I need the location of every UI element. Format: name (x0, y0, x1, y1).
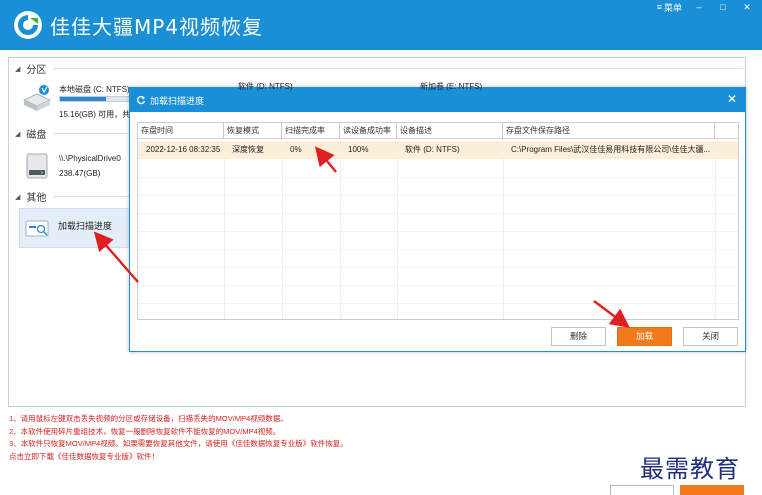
refresh-icon (136, 95, 146, 105)
note-line: 1、请用鼠标左键双击丢失视频的分区或存储设备，扫描丢失的MOV/MP4视频数据。 (9, 414, 288, 423)
grid-line (503, 159, 504, 319)
drive-software-d-name[interactable]: 软件 (D: NTFS) (238, 81, 293, 92)
drive-local-c-usage-fill (60, 97, 106, 101)
section-divider (53, 68, 743, 69)
watermark: 最需教育 (640, 455, 740, 483)
grid-line (224, 159, 225, 319)
drive-local-c[interactable]: 本地磁盘 (C: NTFS) 15.16(GB) 可用，共 (19, 80, 139, 124)
dialog-close-button[interactable]: 关闭 (683, 327, 738, 346)
grid-line (138, 213, 738, 214)
dialog-close-icon[interactable]: ✕ (727, 92, 737, 106)
collapse-triangle-icon: ◢ (15, 193, 21, 201)
grid-line (138, 231, 738, 232)
collapse-triangle-icon: ◢ (15, 130, 21, 138)
grid-line (138, 285, 738, 286)
section-disk[interactable]: ◢ 磁盘 (15, 126, 46, 141)
app-logo-icon (14, 11, 42, 39)
table-header: 存盘时间 恢复模式 扫描完成率 读设备成功率 设备描述 存盘文件保存路径 (138, 123, 738, 139)
hard-drive-icon (23, 85, 51, 111)
drive-physical-0-size: 238.47(GB) (59, 169, 101, 178)
column-header-device[interactable]: 设备描述 (397, 123, 503, 139)
grid-line (138, 177, 738, 178)
grid-line (138, 249, 738, 250)
disk-drive-icon (26, 153, 48, 179)
menu-label: 菜单 (663, 2, 682, 13)
maximize-button[interactable]: □ (716, 2, 730, 12)
drive-physical-0-name: \\.\PhysicalDrive0 (59, 154, 121, 163)
cell-device: 软件 (D: NTFS) (405, 145, 460, 154)
section-other[interactable]: ◢ 其他 (15, 189, 46, 204)
load-scan-progress-label: 加载扫描进度 (58, 221, 113, 231)
menu-button[interactable]: ≡ 菜单 (657, 1, 682, 14)
table-row[interactable]: 2022-12-16 08:32:35 深度恢复 0% 100% 软件 (D: … (138, 141, 738, 159)
cell-time: 2022-12-16 08:32:35 (146, 145, 221, 154)
grid-line (715, 159, 716, 319)
cell-read-rate: 100% (348, 145, 369, 154)
drive-physical-0[interactable]: \\.\PhysicalDrive0 238.47(GB) (19, 148, 139, 184)
cell-mode: 深度恢复 (232, 145, 264, 154)
section-partition-label: 分区 (26, 65, 47, 76)
column-header-mode[interactable]: 恢复模式 (224, 123, 282, 139)
window-controls: ≡ 菜单 – □ ✕ (657, 0, 754, 14)
download-link[interactable]: 点击立即下载《佳佳数据恢复专业版》软件！ (9, 451, 348, 464)
scan-records-table: 存盘时间 恢复模式 扫描完成率 读设备成功率 设备描述 存盘文件保存路径 202… (137, 122, 739, 320)
cell-path: C:\Program Files\武汉佳佳易用科技有限公司\佳佳大疆... (511, 145, 711, 154)
cell-scan-rate: 0% (290, 145, 302, 154)
delete-button[interactable]: 删除 (551, 327, 606, 346)
menu-icon: ≡ (656, 2, 662, 12)
grid-line (138, 195, 738, 196)
grid-line (138, 303, 738, 304)
bottom-primary-button[interactable] (680, 485, 744, 495)
load-scan-progress-item[interactable]: 加载扫描进度 (19, 208, 139, 248)
grid-line (340, 159, 341, 319)
collapse-triangle-icon: ◢ (15, 65, 21, 73)
close-button[interactable]: ✕ (740, 2, 754, 13)
column-header-read-rate[interactable]: 读设备成功率 (340, 123, 397, 139)
load-scan-progress-dialog: 加载扫描进度 ✕ 存盘时间 恢复模式 扫描完成率 读设备成功率 设备描述 存盘文… (129, 87, 746, 352)
grid-line (397, 159, 398, 319)
section-partition[interactable]: ◢ 分区 (15, 61, 46, 76)
drive-local-c-size: 15.16(GB) 可用，共 (59, 110, 131, 119)
note-line: 2、本软件使用碎片重组技术，恢复一般删除恢复软件不能恢复的MOV/MP4视频。 (9, 426, 281, 436)
load-button[interactable]: 加载 (617, 327, 672, 346)
dialog-title: 加载扫描进度 (150, 96, 205, 106)
scan-search-icon (25, 220, 49, 237)
column-header-scan-rate[interactable]: 扫描完成率 (282, 123, 340, 139)
bottom-secondary-button[interactable] (610, 485, 674, 495)
section-other-label: 其他 (26, 193, 47, 204)
grid-line (138, 267, 738, 268)
drive-local-c-name: 本地磁盘 (C: NTFS) (59, 85, 130, 94)
column-header-path[interactable]: 存盘文件保存路径 (503, 123, 715, 139)
column-header-time[interactable]: 存盘时间 (138, 123, 224, 139)
drive-local-c-usage-bar (59, 96, 135, 102)
instructions-notes: 1、请用鼠标左键双击丢失视频的分区或存储设备，扫描丢失的MOV/MP4视频数据。… (9, 413, 348, 463)
title-bar: 佳佳大疆MP4视频恢复 ≡ 菜单 – □ ✕ (0, 0, 762, 50)
app-title: 佳佳大疆MP4视频恢复 (50, 15, 264, 39)
section-disk-label: 磁盘 (26, 130, 47, 141)
note-line: 3、本软件只恢复MOV/MP4视频。如果需要恢复其他文件，请使用《佳佳数据恢复专… (9, 439, 348, 448)
grid-line (282, 159, 283, 319)
minimize-button[interactable]: – (692, 2, 706, 12)
drive-new-e-name[interactable]: 新加卷 (E: NTFS) (420, 81, 482, 92)
